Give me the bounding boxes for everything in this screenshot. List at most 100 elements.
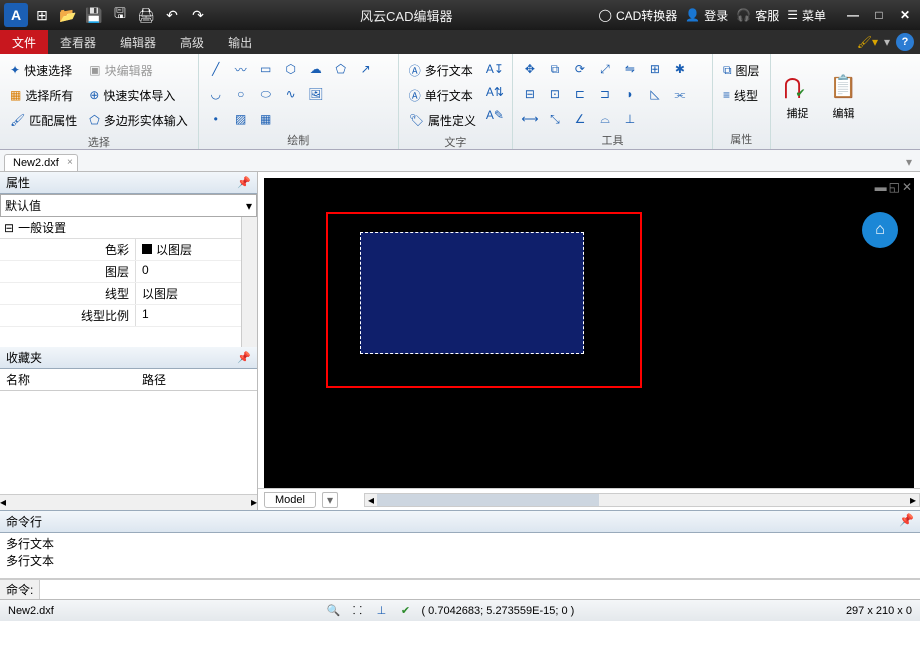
print-icon[interactable]: 🖨 (134, 3, 158, 27)
dim5-icon[interactable]: ⊥ (619, 108, 641, 130)
prop-row-layer[interactable]: 图层0 (0, 261, 241, 283)
dim3-icon[interactable]: ∠ (569, 108, 591, 130)
break-icon[interactable]: ⊏ (569, 83, 591, 105)
star-icon[interactable]: ⬠ (330, 58, 352, 80)
quick-import-button[interactable]: ⊕快速实体导入 (85, 83, 191, 107)
snap-button[interactable]: ⋂✔ 捕捉 (777, 58, 819, 133)
mtext-button[interactable]: Ⓐ多行文本 (405, 58, 480, 82)
edit-button[interactable]: 📋 编辑 (823, 58, 865, 133)
tab-viewer[interactable]: 查看器 (48, 30, 108, 54)
line-icon[interactable]: ╱ (205, 58, 227, 80)
canvas-max-icon[interactable]: ◱ (889, 180, 900, 194)
new-icon[interactable]: ⊞ (30, 3, 54, 27)
favorites-body[interactable] (0, 391, 257, 494)
open-icon[interactable]: 📂 (56, 3, 80, 27)
cloud-icon[interactable]: ☁ (305, 58, 327, 80)
layout-dropdown-icon[interactable]: ▾ (322, 492, 338, 508)
prop-category-general[interactable]: ⊟一般设置 (0, 217, 241, 239)
document-tab[interactable]: New2.dxf × (4, 154, 78, 171)
arc-icon[interactable]: ◡ (205, 83, 227, 105)
hatch-icon[interactable]: ▨ (230, 108, 252, 130)
command-input[interactable] (40, 580, 920, 599)
text-tool-c-icon[interactable]: A✎ (484, 104, 506, 126)
status-grid-icon[interactable]: ⸬ (349, 603, 365, 619)
match-props-button[interactable]: 🖌匹配属性 (6, 108, 81, 132)
prop-row-linescale[interactable]: 线型比例1 (0, 305, 241, 327)
selected-rectangle[interactable] (360, 232, 584, 354)
col-path[interactable]: 路径 (136, 369, 172, 390)
explode-icon[interactable]: ✱ (669, 58, 691, 80)
tab-output[interactable]: 输出 (216, 30, 264, 54)
select-all-button[interactable]: ▦选择所有 (6, 83, 81, 107)
prop-row-color[interactable]: 色彩以图层 (0, 239, 241, 261)
prop-row-linetype[interactable]: 线型以图层 (0, 283, 241, 305)
text-tool-b-icon[interactable]: A⇅ (484, 81, 506, 103)
pin-icon[interactable]: 📌 (899, 513, 914, 530)
ellipse-icon[interactable]: ⬭ (255, 83, 277, 105)
ray-icon[interactable]: ↗ (355, 58, 377, 80)
status-ortho-icon[interactable]: ⊥ (373, 603, 389, 619)
extend-icon[interactable]: ⊡ (544, 83, 566, 105)
canvas-close-icon[interactable]: ✕ (902, 180, 912, 194)
attdef-button[interactable]: 🏷属性定义 (405, 108, 480, 132)
save-icon[interactable]: 💾 (82, 3, 106, 27)
model-tab[interactable]: Model (264, 492, 316, 508)
redo-icon[interactable]: ↷ (186, 3, 210, 27)
polygon-input-button[interactable]: ⬠多边形实体输入 (85, 108, 191, 132)
menu-link[interactable]: ☰菜单 (787, 7, 826, 24)
rotate-icon[interactable]: ⟳ (569, 58, 591, 80)
maximize-button[interactable]: □ (868, 4, 890, 26)
help-icon[interactable]: ? (896, 33, 914, 51)
offset-icon[interactable]: ⊐ (594, 83, 616, 105)
minimize-button[interactable]: — (842, 4, 864, 26)
rect-icon[interactable]: ▭ (255, 58, 277, 80)
properties-scrollbar[interactable] (241, 217, 257, 347)
text-tool-a-icon[interactable]: A↧ (484, 58, 506, 80)
favorites-hscroll[interactable]: ◂▸ (0, 494, 257, 510)
status-search-icon[interactable]: 🔍 (325, 603, 341, 619)
tab-editor[interactable]: 编辑器 (108, 30, 168, 54)
circle-icon[interactable]: ○ (230, 83, 252, 105)
app-menu-icon[interactable]: A (4, 3, 28, 27)
tabs-dropdown-icon[interactable]: ▾ (898, 153, 920, 171)
linetype-button[interactable]: ≡线型 (719, 83, 764, 107)
mirror-icon[interactable]: ⇋ (619, 58, 641, 80)
pin-icon[interactable]: 📌 (237, 176, 251, 189)
block-editor-button[interactable]: ▣块编辑器 (85, 58, 191, 82)
point-icon[interactable]: • (205, 108, 227, 130)
close-tab-icon[interactable]: × (67, 157, 73, 168)
join-icon[interactable]: ⫘ (669, 83, 691, 105)
undo-icon[interactable]: ↶ (160, 3, 184, 27)
properties-filter-dropdown[interactable]: 默认值 ▾ (0, 194, 257, 217)
shape-icon[interactable]: ⬡ (280, 58, 302, 80)
tab-advanced[interactable]: 高级 (168, 30, 216, 54)
close-button[interactable]: ✕ (894, 4, 916, 26)
stext-button[interactable]: Ⓐ单行文本 (405, 83, 480, 107)
fillet-icon[interactable]: ◗ (619, 83, 641, 105)
polyline-icon[interactable]: 〰 (230, 58, 252, 80)
support-link[interactable]: 🎧客服 (736, 7, 779, 24)
dim1-icon[interactable]: ⟷ (519, 108, 541, 130)
pin-icon[interactable]: 📌 (237, 351, 251, 364)
image-icon[interactable]: 🖼 (305, 83, 327, 105)
spline-icon[interactable]: ∿ (280, 83, 302, 105)
tab-file[interactable]: 文件 (0, 30, 48, 54)
scale-icon[interactable]: ⤢ (594, 58, 616, 80)
drawing-canvas[interactable]: ▬ ◱ ✕ ⌂ (264, 178, 914, 488)
login-link[interactable]: 👤登录 (685, 7, 728, 24)
viewcube-icon[interactable]: ⌂ (862, 212, 898, 248)
canvas-hscroll[interactable]: ◂▸ (364, 493, 920, 507)
save-pdf-icon[interactable]: 🖫 (108, 3, 132, 27)
quick-select-button[interactable]: ✦快速选择 (6, 58, 81, 82)
dim4-icon[interactable]: ⌓ (594, 108, 616, 130)
status-snap-icon[interactable]: ✔ (397, 603, 413, 619)
chamfer-icon[interactable]: ◺ (644, 83, 666, 105)
copy-icon[interactable]: ⧉ (544, 58, 566, 80)
canvas-min-icon[interactable]: ▬ (875, 180, 887, 194)
col-name[interactable]: 名称 (0, 369, 136, 390)
layer-button[interactable]: ⧉图层 (719, 58, 764, 82)
region-icon[interactable]: ▦ (255, 108, 277, 130)
dim2-icon[interactable]: ⤡ (544, 108, 566, 130)
trim-icon[interactable]: ⊟ (519, 83, 541, 105)
move-icon[interactable]: ✥ (519, 58, 541, 80)
